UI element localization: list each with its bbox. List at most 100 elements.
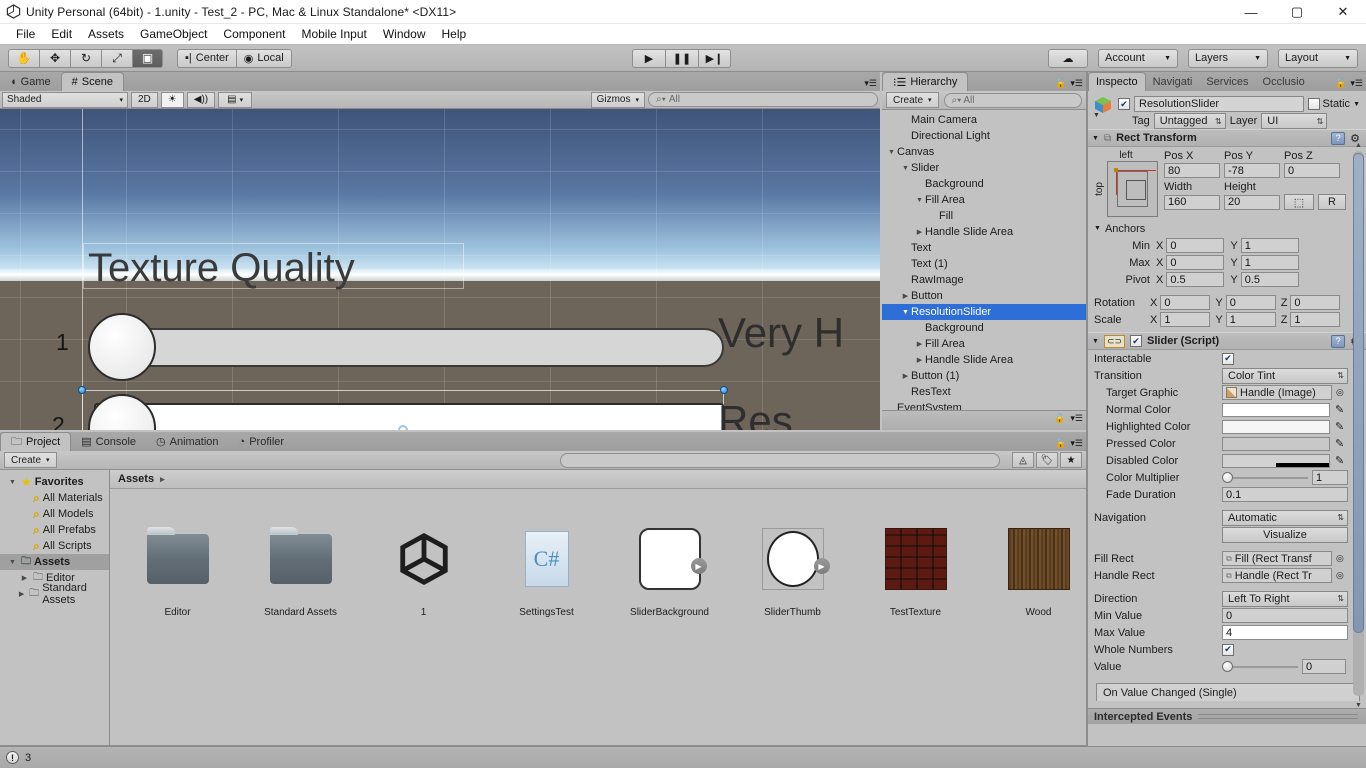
panel-options-icon[interactable]: ▾☰: [864, 78, 877, 89]
sprite-expand-icon[interactable]: ▶: [690, 558, 707, 574]
width-field[interactable]: 160: [1164, 194, 1220, 210]
layer-dropdown[interactable]: UI ⇅: [1261, 113, 1328, 129]
object-picker-icon[interactable]: ◎: [1336, 570, 1344, 581]
min-value-field[interactable]: 0: [1222, 608, 1348, 623]
foldout-icon[interactable]: ▼: [1092, 135, 1099, 142]
asset-item[interactable]: C# SettingsTest: [499, 519, 594, 618]
blueprint-mode-button[interactable]: ⬚: [1284, 194, 1314, 210]
scale-x-field[interactable]: 1: [1160, 312, 1211, 327]
scene-panel-menu[interactable]: ▾☰: [864, 78, 877, 89]
asset-item[interactable]: Wood: [991, 519, 1086, 618]
panel-options-icon[interactable]: ▾☰: [1070, 413, 1083, 424]
gameobject-name-field[interactable]: ResolutionSlider: [1134, 96, 1304, 112]
resize-handle-top-right[interactable]: [720, 386, 728, 394]
scale-y-field[interactable]: 1: [1225, 312, 1276, 327]
asset-item[interactable]: ▶ SliderThumb: [745, 519, 840, 618]
shading-mode-dropdown[interactable]: Shaded ▾: [2, 91, 128, 108]
object-picker-icon[interactable]: ◎: [1336, 553, 1344, 564]
hierarchy-item-rawimage[interactable]: RawImage: [882, 272, 1086, 288]
project-search-input[interactable]: [560, 452, 1000, 468]
foldout-icon[interactable]: ▼: [7, 559, 18, 566]
slider-enabled-checkbox[interactable]: [1130, 335, 1143, 347]
eyedropper-icon[interactable]: ✎: [1335, 403, 1344, 416]
direction-dropdown[interactable]: Left To Right ⇅: [1222, 590, 1348, 607]
foldout-open-icon[interactable]: ▼: [914, 197, 925, 204]
value-slider[interactable]: [1222, 660, 1298, 674]
color-multiplier-field[interactable]: 1: [1312, 470, 1348, 485]
tab-services[interactable]: Services: [1199, 72, 1255, 91]
project-tree-item-all-models[interactable]: ⌕ All Models: [0, 506, 109, 522]
handle-rect-field[interactable]: ⧉ Handle (Rect Tr: [1222, 568, 1332, 583]
scene-viewport[interactable]: Texture Quality 1 2 Very H Res: [0, 109, 880, 430]
visualize-button[interactable]: Visualize: [1222, 526, 1348, 543]
fade-duration-field[interactable]: 0.1: [1222, 487, 1348, 502]
foldout-closed-icon[interactable]: ▶: [900, 292, 911, 300]
panel-options-icon[interactable]: ▾☰: [1070, 438, 1083, 449]
lock-icon[interactable]: 🔓: [1055, 78, 1066, 89]
project-folder-tree[interactable]: ▼ ★ Favorites ⌕ All Materials ⌕ All Models ⌕ All…: [0, 470, 110, 745]
layers-dropdown[interactable]: Layers ▼: [1188, 48, 1268, 68]
asset-grid[interactable]: Editor Standard Assets 1 C# SettingsTest ▶ Sli…: [110, 489, 1086, 618]
menu-mobile-input[interactable]: Mobile Input: [293, 25, 374, 43]
whole-numbers-checkbox[interactable]: [1222, 643, 1234, 656]
filter-by-type-icon[interactable]: ◬: [1012, 452, 1034, 468]
tab-game[interactable]: ◖ Game: [0, 72, 61, 91]
height-field[interactable]: 20: [1224, 194, 1280, 210]
hierarchy-item-text[interactable]: Text: [882, 240, 1086, 256]
pivot-y-field[interactable]: 0.5: [1240, 272, 1299, 287]
anchor-preset-button[interactable]: [1107, 161, 1158, 217]
color-multiplier-slider[interactable]: [1222, 471, 1308, 485]
hierarchy-item-fill-area[interactable]: ▼ Fill Area: [882, 192, 1086, 208]
tab-navigation[interactable]: Navigati: [1146, 72, 1200, 91]
breadcrumb-assets[interactable]: Assets: [118, 473, 154, 485]
panel-options-icon[interactable]: ▾☰: [1070, 78, 1083, 89]
project-tree-item-all-scripts[interactable]: ⌕ All Scripts: [0, 538, 109, 554]
pivot-mode-button[interactable]: ▪| Center: [177, 48, 236, 68]
anchor-max-x-field[interactable]: 0: [1166, 255, 1225, 270]
eyedropper-icon[interactable]: ✎: [1335, 437, 1344, 450]
hierarchy-item-directional-light[interactable]: Directional Light: [882, 128, 1086, 144]
menu-gameobject[interactable]: GameObject: [132, 25, 215, 43]
warning-icon[interactable]: !: [6, 751, 19, 764]
quality-slider-track[interactable]: [94, 328, 724, 367]
rect-tool-icon[interactable]: ▣: [132, 48, 163, 68]
project-tree-item-standard-assets[interactable]: ▶ 🗀 Standard Assets: [0, 582, 109, 606]
project-tree-item-all-materials[interactable]: ⌕ All Materials: [0, 490, 109, 506]
foldout-closed-icon[interactable]: ▶: [914, 356, 925, 364]
hierarchy-search-input[interactable]: ⌕▾ All: [943, 92, 1082, 108]
rotation-y-field[interactable]: 0: [1225, 295, 1276, 310]
foldout-closed-icon[interactable]: ▶: [914, 228, 925, 236]
interactable-checkbox[interactable]: [1222, 352, 1234, 365]
navigation-dropdown[interactable]: Automatic ⇅: [1222, 509, 1348, 526]
hierarchy-item-handle-slide-area[interactable]: ▶ Handle Slide Area: [882, 224, 1086, 240]
filter-by-label-icon[interactable]: 🏷: [1036, 452, 1058, 468]
foldout-icon[interactable]: ▼: [7, 479, 18, 486]
hierarchy-item-main-camera[interactable]: Main Camera: [882, 112, 1086, 128]
gameobject-active-checkbox[interactable]: [1118, 98, 1130, 110]
quality-slider-handle[interactable]: [88, 313, 156, 381]
posy-field[interactable]: -78: [1224, 163, 1280, 178]
close-button[interactable]: ✕: [1320, 0, 1366, 24]
step-button[interactable]: ▶❙: [698, 48, 731, 68]
hierarchy-item-restext[interactable]: ResText: [882, 384, 1086, 400]
account-dropdown[interactable]: Account ▼: [1098, 48, 1178, 68]
move-tool-icon[interactable]: ✥: [39, 48, 70, 68]
hierarchy-tree[interactable]: Main Camera Directional Light ▼ Canvas ▼ Slid…: [882, 110, 1086, 410]
anchor-min-y-field[interactable]: 1: [1240, 238, 1299, 253]
hierarchy-item-button-1[interactable]: ▶ Button (1): [882, 368, 1086, 384]
project-panel-menu[interactable]: 🔓 ▾☰: [1055, 438, 1083, 449]
help-icon[interactable]: ?: [1331, 131, 1346, 145]
value-field[interactable]: 0: [1302, 659, 1346, 674]
posx-field[interactable]: 80: [1164, 163, 1220, 178]
tag-dropdown[interactable]: Untagged ⇅: [1153, 113, 1226, 129]
asset-item[interactable]: Standard Assets: [253, 519, 348, 618]
hierarchy-item-handle-slide-area[interactable]: ▶ Handle Slide Area: [882, 352, 1086, 368]
on-value-changed-header[interactable]: On Value Changed (Single): [1096, 683, 1360, 701]
minimize-button[interactable]: —: [1228, 0, 1274, 24]
layout-dropdown[interactable]: Layout ▼: [1278, 48, 1358, 68]
fill-rect-field[interactable]: ⧉ Fill (Rect Transf: [1222, 551, 1332, 566]
project-tree-item-all-prefabs[interactable]: ⌕ All Prefabs: [0, 522, 109, 538]
anchor-max-y-field[interactable]: 1: [1240, 255, 1299, 270]
panel-options-icon[interactable]: ▾☰: [1350, 78, 1363, 89]
hierarchy-item-background[interactable]: Background: [882, 320, 1086, 336]
